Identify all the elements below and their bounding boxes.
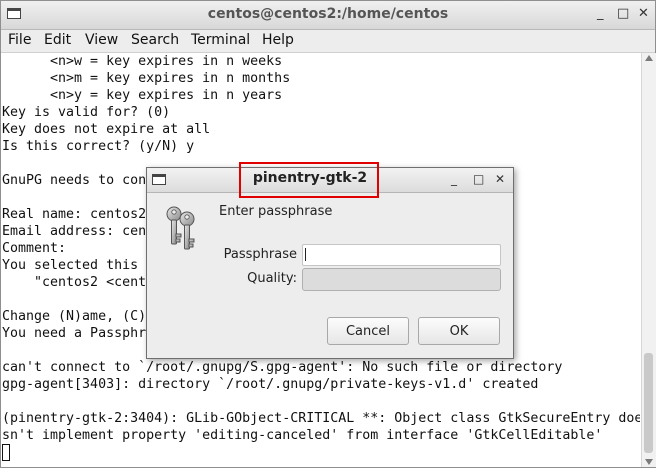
dialog-titlebar[interactable]: pinentry-gtk-2 _ □ ✕ — [147, 162, 513, 198]
terminal-line: sn't implement property 'editing-cancele… — [2, 428, 603, 443]
menu-search[interactable]: Search — [131, 32, 179, 48]
terminal-line: (pinentry-gtk-2:3404): GLib-GObject-CRIT… — [2, 411, 640, 426]
terminal-line: gpg-agent[3403]: directory `/root/.gnupg… — [2, 377, 539, 392]
terminal-cursor — [2, 444, 10, 461]
quality-meter — [302, 268, 501, 291]
keys-icon — [166, 206, 195, 250]
menu-file[interactable]: File — [8, 32, 31, 48]
menu-terminal[interactable]: Terminal — [191, 32, 250, 48]
terminal-line: <n>y = key expires in n years — [2, 88, 283, 103]
dialog-close-icon[interactable]: ✕ — [495, 171, 505, 187]
menu-view[interactable]: View — [85, 32, 118, 48]
text-caret — [305, 248, 306, 261]
minimize-icon[interactable]: _ — [597, 6, 604, 22]
dialog-minimize-icon[interactable]: _ — [451, 171, 457, 187]
dialog-app-icon — [152, 174, 166, 185]
scroll-down-icon[interactable] — [645, 459, 653, 465]
terminal-title: centos@centos2:/home/centos — [207, 6, 449, 22]
ok-button[interactable]: OK — [418, 317, 500, 345]
cancel-button[interactable]: Cancel — [327, 317, 409, 345]
menu-bar: File Edit View Search Terminal Help — [1, 30, 655, 53]
terminal-line: Key does not expire at all — [2, 122, 211, 137]
dialog-prompt: Enter passphrase — [219, 204, 333, 219]
close-icon[interactable]: ✕ — [638, 6, 649, 22]
terminal-titlebar[interactable]: centos@centos2:/home/centos _ □ ✕ — [1, 1, 655, 30]
passphrase-input[interactable] — [302, 244, 501, 266]
quality-label: Quality: — [247, 271, 297, 286]
scroll-up-icon[interactable] — [645, 55, 653, 61]
terminal-line: <n>w = key expires in n weeks — [2, 54, 283, 69]
terminal-line: Key is valid for? (0) — [2, 105, 171, 120]
maximize-icon[interactable]: □ — [617, 6, 629, 22]
terminal-line: Is this correct? (y/N) y — [2, 139, 195, 154]
terminal-line: can't connect to `/root/.gnupg/S.gpg-age… — [2, 360, 563, 375]
passphrase-label: Passphrase — [223, 247, 297, 262]
scroll-thumb[interactable] — [644, 353, 653, 453]
terminal-line: <n>m = key expires in n months — [2, 71, 291, 86]
menu-edit[interactable]: Edit — [44, 32, 71, 48]
dialog-title: pinentry-gtk-2 — [252, 170, 368, 186]
terminal-scrollbar[interactable] — [641, 53, 656, 467]
pinentry-dialog: pinentry-gtk-2 _ □ ✕ Enter passphrase Pa… — [146, 162, 514, 359]
menu-help[interactable]: Help — [262, 32, 294, 48]
dialog-maximize-icon[interactable]: □ — [473, 171, 484, 187]
